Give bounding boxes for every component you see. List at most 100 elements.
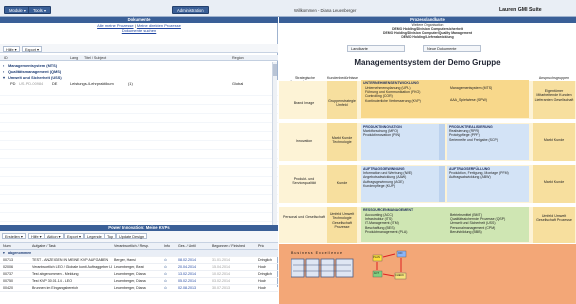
tab-new-documents[interactable]: Neue Dokumente (423, 45, 481, 52)
needs-header: Kundenbedürfnisse (327, 76, 358, 80)
task-group-row[interactable]: ▾ abgenommen (0, 250, 278, 257)
export-button[interactable]: Export ▾ (22, 46, 42, 52)
right-label: Markt Kunde (543, 180, 565, 184)
task-row[interactable]: 02006 Verantwortlich LEO / Globale konti … (0, 264, 278, 271)
process-list: Accounting (ACC) Infrastruktur (ITS) IT-… (363, 212, 445, 235)
task-prio: Dringlich (258, 258, 272, 262)
task-done: 03.02.2014 (212, 279, 230, 283)
task-num: 00750 (3, 279, 13, 283)
right-label: Markt Kunde (543, 138, 565, 142)
create-label: Erstellen (5, 235, 20, 239)
process-box-innovation[interactable]: PRODUKTINNOVATION Marktforschung (MFO) P… (361, 124, 445, 160)
doc-title: Leistungs-/Lehrpraktikum (70, 81, 114, 86)
task-task: Verantwortlich LEO / Globale konti Auftr… (32, 265, 112, 269)
pdca-cycle-icon[interactable] (371, 249, 411, 283)
col-finished[interactable]: Begonnen / Finished (212, 243, 245, 250)
task-group-label: abgenommen (8, 251, 32, 255)
task-task: Test KVP 30.01.14 - LEO (32, 279, 73, 283)
task-export-button[interactable]: Export ▾ (64, 233, 84, 239)
col-id[interactable]: ID (4, 55, 8, 61)
right-zone (533, 207, 575, 243)
process-box-fulfillment[interactable]: AUFTRAGSERFÜLLUNG Produktion, Fertigung,… (447, 166, 529, 202)
task-resp: Leuenberger, Beat (114, 265, 144, 269)
tools-menu-button[interactable]: Tools ▾ (28, 6, 52, 14)
task-row[interactable]: 00420 Brunnen im Eingangsbereich Leuenberg… (0, 285, 278, 292)
scroll-thumb[interactable] (273, 64, 277, 76)
process-item[interactable]: Produktinnovation (PIN) (363, 133, 437, 137)
task-resp: Leuenberger, Diana (114, 279, 146, 283)
document-tree-empty (0, 87, 278, 225)
needs-label: Umfeld Umwelt Technologie Gesellschaft P… (329, 212, 355, 230)
process-item[interactable]: Produktmanagement (PLA) (365, 230, 443, 234)
task-row[interactable]: 00713 TEST - ANZEIGEN IN MEINE KVP AUFGAB… (0, 257, 278, 264)
top-button[interactable]: Top (104, 233, 117, 239)
business-excellence-label: Business Excellence (291, 251, 343, 255)
task-num: 00420 (3, 286, 13, 290)
legend-button[interactable]: Legende (84, 233, 105, 239)
info-icon[interactable]: ⊙ (164, 257, 167, 264)
process-box-realization[interactable]: PRODUKTREALISIERUNG Realisierung (RPR) P… (447, 124, 529, 160)
org-line[interactable]: DEMO Holding/Lieferabwicklung (279, 35, 576, 39)
pdca-check: CHECK (394, 274, 405, 277)
task-resp: Berger, Hansi (114, 258, 136, 262)
module-menu-button[interactable]: Module ▾ (4, 6, 31, 14)
task-task: TEST - ANZEIGEN IN MEINE KVP AUFGABEN (32, 258, 109, 262)
help-label: Hilfe (6, 48, 14, 52)
col-lang[interactable]: Lang (70, 55, 78, 61)
right-label: Eigentümer Mitarbeitende Kunden Lieferan… (534, 89, 574, 102)
task-done: 10.02.2014 (212, 272, 230, 276)
task-list: ▾ abgenommen 00713 TEST - ANZEIGEN IN MEI… (0, 250, 278, 303)
process-item[interactable]: Kundenpflege (KUP) (363, 184, 437, 188)
col-title[interactable]: Titel / Subject (84, 55, 106, 61)
administration-button[interactable]: Administration (172, 6, 209, 14)
info-icon[interactable]: ⊙ (164, 264, 167, 271)
search-documents-link[interactable]: Dokumente suchen (122, 28, 156, 33)
process-item[interactable]: Kontinuierliche Verbesserung (KVP) (365, 99, 443, 103)
col-until[interactable]: Ges. / Until (178, 243, 196, 250)
row-label: Produkt- und Servicequalität (292, 177, 316, 186)
task-help-button[interactable]: Hilfe ▾ (28, 233, 45, 239)
col-resp[interactable]: Verantwortlich / Resp. (114, 243, 149, 250)
pdca-do: DO (398, 252, 403, 255)
tab-map[interactable]: Landkarte (347, 45, 405, 52)
col-task[interactable]: Aufgabe / Task (32, 243, 56, 250)
process-item[interactable]: Berufsbildung (BBB) (450, 230, 526, 234)
excellence-model-icon[interactable] (291, 257, 355, 279)
action-button[interactable]: Aktion ▾ (44, 233, 64, 239)
task-export-label: Export (67, 235, 78, 239)
org-info: Weitere Organisation DEMO Holding/Divisi… (279, 23, 576, 39)
process-list: Managementsystem (MTS) AAA_Spielwiese (S… (448, 85, 528, 103)
task-row[interactable]: 00737 Test abgenommen - Meldung Leuenberge… (0, 271, 278, 278)
collapse-icon: ▾ (3, 251, 5, 255)
document-toolbar: Hilfe ▾ Export ▾ (0, 44, 278, 53)
module-label: Module (9, 8, 23, 13)
col-num[interactable]: Num (3, 243, 11, 250)
documents-panel: Dokumente Alle meine Prozesse | Meine di… (0, 17, 278, 292)
process-box-acquisition[interactable]: AUFTRAGSGEWINNUNG Information und Werbun… (361, 166, 445, 202)
map-tabs: Landkarte Neue Dokumente (279, 45, 576, 52)
update-design-button[interactable]: Update Design (116, 233, 148, 239)
welcome-text: Willkommen - Diana Leuenberger (294, 8, 357, 13)
process-list: Unternehmensplanung (UPL) Führung und Ko… (363, 85, 445, 104)
task-until: 13.02.2014 (178, 272, 196, 276)
info-icon[interactable]: ⊙ (164, 285, 167, 292)
process-item[interactable]: Auftragsabwicklung (ABW) (449, 175, 527, 179)
task-toolbar: Erstellen ▾ Hilfe ▾ Aktion ▾ Export ▾ Le… (0, 231, 278, 243)
col-info[interactable]: Info (164, 243, 170, 250)
process-item[interactable]: Serienreife und Freigabe (SCP) (449, 138, 527, 142)
task-num: 00737 (3, 272, 13, 276)
doc-lang: DE (52, 81, 58, 86)
doc-type: PD (10, 81, 16, 86)
document-scrollbar[interactable] (272, 62, 277, 225)
legend-label: Legende (87, 235, 102, 239)
help-button[interactable]: Hilfe ▾ (3, 46, 20, 52)
document-row[interactable]: PD US-PD-00984 DE Leistungs-/Lehrpraktik… (0, 80, 278, 87)
info-icon[interactable]: ⊙ (164, 271, 167, 278)
task-row[interactable]: 00750 Test KVP 30.01.14 - LEO Leuenberger,… (0, 278, 278, 285)
col-region[interactable]: Region (232, 55, 244, 61)
info-icon[interactable]: ⊙ (164, 278, 167, 285)
col-prio[interactable]: Prio (258, 243, 264, 250)
process-item[interactable]: AAA_Spielwiese (SPW) (450, 98, 526, 102)
create-button[interactable]: Erstellen ▾ (2, 233, 26, 239)
